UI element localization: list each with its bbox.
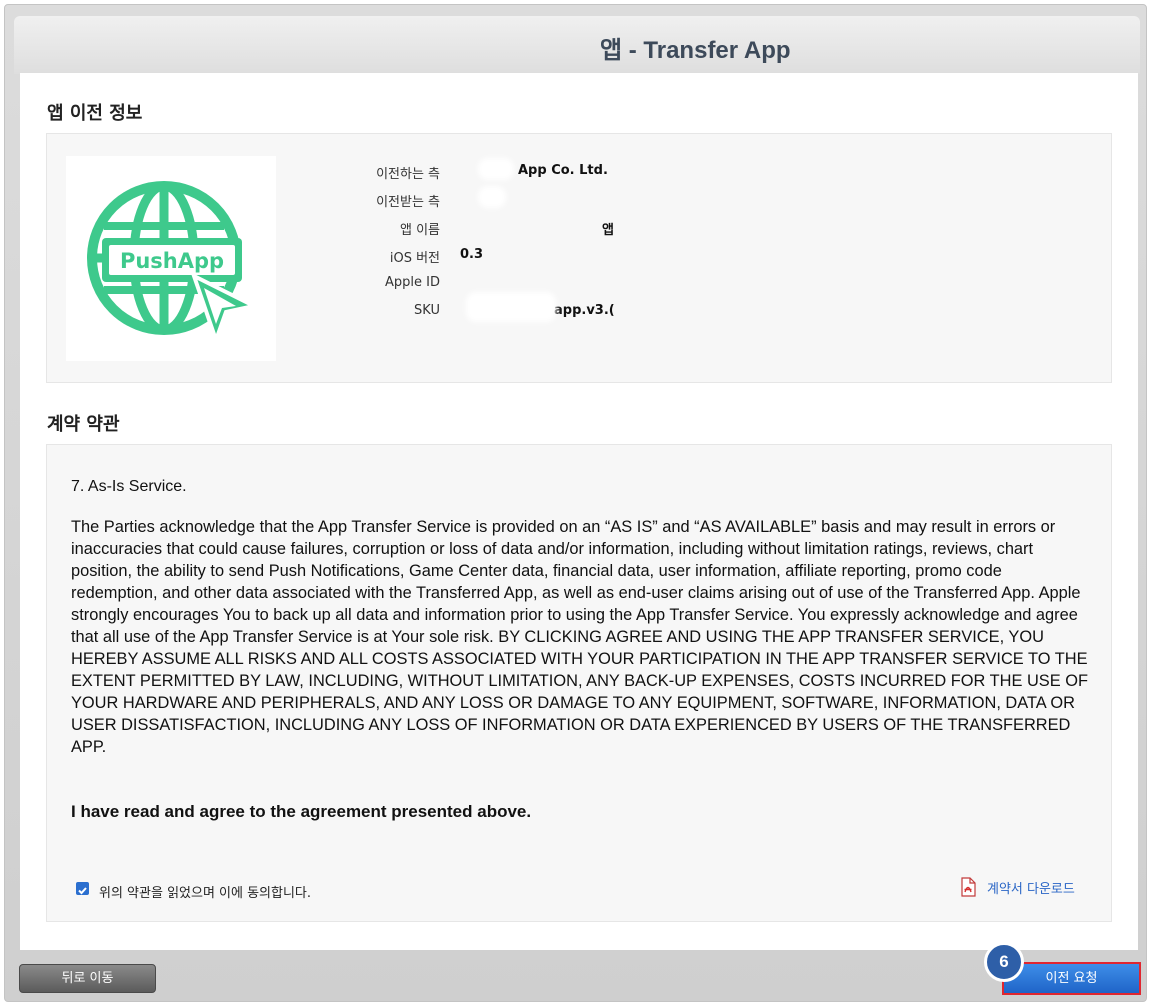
redaction-mark [478, 186, 506, 208]
info-value: 0.3 [460, 247, 484, 262]
agree-checkbox[interactable] [76, 882, 89, 895]
terms-section-title: 7. As-Is Service. [71, 478, 187, 495]
redaction-mark [466, 292, 556, 322]
step-number-badge: 6 [984, 942, 1024, 982]
info-label: SKU [414, 303, 440, 318]
info-label: Apple ID [385, 275, 440, 290]
logo-text: PushApp [120, 249, 224, 273]
terms-body-text: The Parties acknowledge that the App Tra… [71, 518, 1088, 756]
download-agreement-link[interactable]: 계약서 다운로드 [958, 877, 1075, 901]
info-label: 앱 이름 [399, 223, 440, 238]
info-value: app.v3.( [554, 303, 615, 318]
info-label: 이전받는 측 [376, 195, 440, 210]
info-label: iOS 버전 [389, 251, 440, 266]
redaction-mark [478, 158, 514, 180]
agree-checkbox-label[interactable]: 위의 약관을 읽었으며 이에 동의합니다. [99, 882, 311, 901]
page-title: 앱 - Transfer App [600, 37, 791, 64]
agree-statement: I have read and agree to the agreement p… [71, 802, 532, 821]
checkmark-icon [78, 887, 87, 895]
info-value: App Co. Ltd. [518, 163, 608, 178]
back-button[interactable]: 뒤로 이동 [19, 964, 156, 993]
app-info-heading: 앱 이전 정보 [47, 103, 143, 124]
app-logo: PushApp [66, 156, 276, 361]
info-label: 이전하는 측 [376, 167, 440, 182]
pdf-icon [961, 877, 976, 897]
pushapp-logo-icon: PushApp [87, 181, 260, 347]
terms-heading: 계약 약관 [47, 414, 120, 435]
download-label[interactable]: 계약서 다운로드 [987, 878, 1075, 897]
info-value: 앱 [602, 223, 614, 238]
title-bar [14, 16, 1140, 74]
